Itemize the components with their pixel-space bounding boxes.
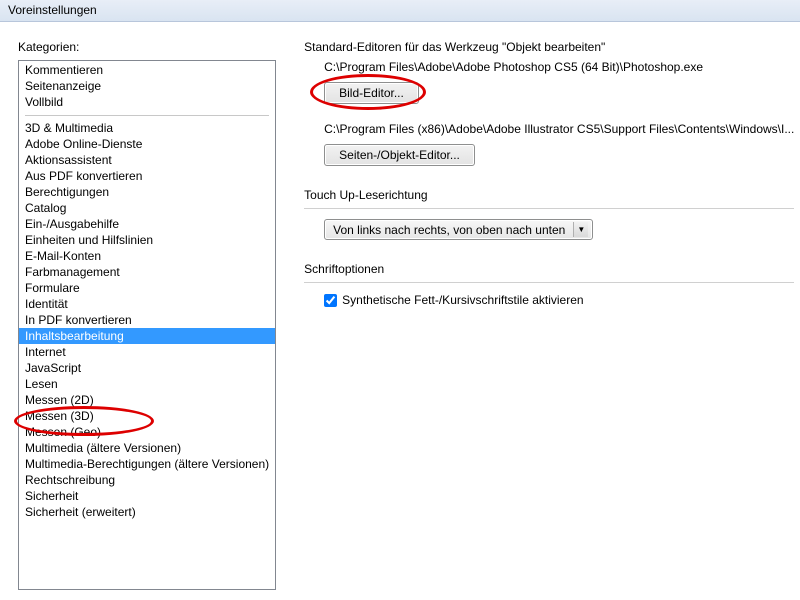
chevron-down-icon: ▼ <box>573 222 588 237</box>
touchup-group: Touch Up-Leserichtung Von links nach rec… <box>304 188 794 240</box>
category-item[interactable]: JavaScript <box>19 360 275 376</box>
category-item[interactable]: Lesen <box>19 376 275 392</box>
category-item[interactable]: Identität <box>19 296 275 312</box>
category-item[interactable]: Catalog <box>19 200 275 216</box>
divider <box>304 208 794 209</box>
synthetic-styles-row: Synthetische Fett-/Kursivschriftstile ak… <box>324 293 794 307</box>
category-item[interactable]: In PDF konvertieren <box>19 312 275 328</box>
category-item[interactable]: E-Mail-Konten <box>19 248 275 264</box>
font-options-group: Schriftoptionen Synthetische Fett-/Kursi… <box>304 262 794 307</box>
categories-column: Kategorien: KommentierenSeitenanzeigeVol… <box>18 40 276 600</box>
category-item[interactable]: 3D & Multimedia <box>19 120 275 136</box>
category-item[interactable]: Sicherheit (erweitert) <box>19 504 275 520</box>
category-item[interactable]: Sicherheit <box>19 488 275 504</box>
touchup-direction-dropdown[interactable]: Von links nach rechts, von oben nach unt… <box>324 219 593 240</box>
category-item[interactable]: Inhaltsbearbeitung <box>19 328 275 344</box>
image-editor-button[interactable]: Bild-Editor... <box>324 82 419 104</box>
synthetic-styles-checkbox[interactable] <box>324 294 337 307</box>
editors-label: Standard-Editoren für das Werkzeug "Obje… <box>304 40 794 54</box>
category-item[interactable]: Farbmanagement <box>19 264 275 280</box>
page-editor-button[interactable]: Seiten-/Objekt-Editor... <box>324 144 475 166</box>
list-separator <box>19 110 275 120</box>
editors-group: Standard-Editoren für das Werkzeug "Obje… <box>304 40 794 166</box>
window-title: Voreinstellungen <box>8 3 97 17</box>
categories-listbox[interactable]: KommentierenSeitenanzeigeVollbild 3D & Mu… <box>18 60 276 590</box>
category-item[interactable]: Messen (2D) <box>19 392 275 408</box>
category-item[interactable]: Ein-/Ausgabehilfe <box>19 216 275 232</box>
category-item[interactable]: Formulare <box>19 280 275 296</box>
category-item[interactable]: Adobe Online-Dienste <box>19 136 275 152</box>
settings-panel: Standard-Editoren für das Werkzeug "Obje… <box>276 40 794 600</box>
category-item[interactable]: Multimedia-Berechtigungen (ältere Versio… <box>19 456 275 472</box>
category-item[interactable]: Einheiten und Hilfslinien <box>19 232 275 248</box>
font-options-label: Schriftoptionen <box>304 262 794 276</box>
category-item[interactable]: Kommentieren <box>19 62 275 78</box>
category-item[interactable]: Vollbild <box>19 94 275 110</box>
image-editor-path: C:\Program Files\Adobe\Adobe Photoshop C… <box>324 60 794 74</box>
touchup-direction-value: Von links nach rechts, von oben nach unt… <box>333 223 565 237</box>
divider <box>304 282 794 283</box>
category-item[interactable]: Internet <box>19 344 275 360</box>
category-item[interactable]: Messen (Geo) <box>19 424 275 440</box>
category-item[interactable]: Berechtigungen <box>19 184 275 200</box>
categories-label: Kategorien: <box>18 40 276 54</box>
touchup-label: Touch Up-Leserichtung <box>304 188 794 202</box>
window-titlebar: Voreinstellungen <box>0 0 800 22</box>
category-item[interactable]: Aus PDF konvertieren <box>19 168 275 184</box>
category-item[interactable]: Seitenanzeige <box>19 78 275 94</box>
category-item[interactable]: Rechtschreibung <box>19 472 275 488</box>
category-item[interactable]: Aktionsassistent <box>19 152 275 168</box>
page-editor-path: C:\Program Files (x86)\Adobe\Adobe Illus… <box>324 122 794 136</box>
dialog-content: Kategorien: KommentierenSeitenanzeigeVol… <box>0 22 800 600</box>
category-item[interactable]: Multimedia (ältere Versionen) <box>19 440 275 456</box>
category-item[interactable]: Messen (3D) <box>19 408 275 424</box>
synthetic-styles-label[interactable]: Synthetische Fett-/Kursivschriftstile ak… <box>342 293 583 307</box>
